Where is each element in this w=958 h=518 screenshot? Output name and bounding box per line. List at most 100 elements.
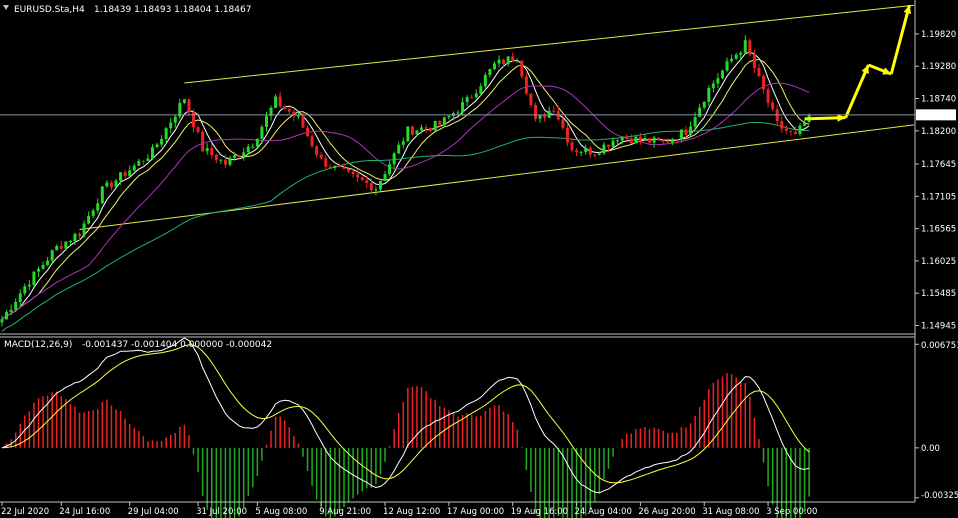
bear-candle	[470, 97, 474, 99]
bull-candle	[739, 52, 743, 55]
time-tick-label: 17 Aug 00:00	[447, 507, 504, 517]
bull-candle	[82, 223, 86, 236]
time-tick-label: 24 Aug 04:00	[575, 507, 632, 517]
price-tick-label: 1.19280	[921, 62, 956, 72]
macd-tick-label: 0.006751	[921, 341, 958, 351]
bull-candle	[32, 271, 36, 285]
bull-candle	[579, 151, 583, 153]
bear-candle	[625, 137, 629, 139]
time-tick-label: 9 Aug 21:00	[319, 507, 371, 517]
bull-candle	[41, 264, 45, 269]
bull-candle	[652, 137, 656, 143]
bull-candle	[5, 312, 9, 320]
bull-candle	[14, 301, 18, 310]
bear-candle	[337, 165, 341, 168]
bull-candle	[91, 210, 95, 216]
bear-candle	[606, 144, 610, 147]
bull-candle	[465, 97, 469, 103]
bull-candle	[114, 180, 118, 188]
bull-candle	[602, 144, 606, 154]
bear-candle	[283, 106, 287, 109]
bull-candle	[620, 137, 624, 141]
bear-candle	[793, 131, 797, 135]
bull-candle	[182, 99, 186, 103]
bull-candle	[597, 153, 601, 155]
bull-candle	[383, 174, 387, 181]
bear-candle	[438, 120, 442, 126]
bear-candle	[575, 150, 579, 152]
bull-candle	[374, 189, 378, 191]
bear-candle	[196, 127, 200, 132]
bear-candle	[638, 136, 642, 141]
bear-candle	[561, 119, 565, 128]
price-tick-label: 1.19820	[921, 30, 956, 40]
bull-candle	[506, 56, 510, 65]
bull-candle	[0, 319, 4, 323]
bull-candle	[219, 159, 223, 161]
bear-candle	[502, 59, 506, 65]
bull-candle	[68, 241, 72, 243]
bear-candle	[757, 68, 761, 77]
bull-candle	[296, 115, 300, 117]
bear-candle	[109, 182, 113, 188]
price-tick-label: 1.18740	[921, 95, 956, 105]
bull-candle	[584, 147, 588, 152]
bull-candle	[392, 153, 396, 165]
bear-candle	[529, 93, 533, 106]
bear-candle	[214, 155, 218, 161]
bull-candle	[415, 130, 419, 135]
bull-candle	[734, 54, 738, 59]
price-tick-label: 1.17645	[921, 160, 956, 170]
bull-candle	[36, 268, 40, 272]
bull-candle	[547, 110, 551, 118]
bull-candle	[406, 126, 410, 142]
bull-candle	[150, 147, 154, 159]
bull-candle	[242, 152, 246, 157]
bear-candle	[771, 102, 775, 110]
bull-candle	[46, 260, 50, 265]
bear-candle	[59, 245, 63, 249]
bull-candle	[670, 139, 674, 143]
bear-candle	[342, 167, 346, 169]
bear-candle	[237, 155, 241, 157]
bull-candle	[743, 40, 747, 53]
macd-tick-label: -0.003256	[921, 491, 958, 501]
bear-candle	[123, 172, 127, 177]
bear-candle	[524, 76, 528, 94]
bull-candle	[64, 241, 68, 249]
bear-candle	[365, 180, 369, 184]
time-tick-label: 5 Aug 08:00	[255, 507, 307, 517]
bull-candle	[169, 122, 173, 129]
bull-candle	[378, 180, 382, 190]
bull-candle	[720, 70, 724, 79]
bull-candle	[246, 146, 250, 153]
bear-candle	[278, 96, 282, 107]
bull-candle	[228, 157, 232, 165]
macd-header: MACD(12,26,9) -0.001437 -0.001404 0.0000…	[4, 340, 272, 350]
bull-candle	[643, 138, 647, 141]
bull-candle	[233, 155, 237, 158]
bear-candle	[78, 233, 82, 236]
bull-candle	[155, 144, 159, 148]
bear-candle	[648, 138, 652, 143]
bull-candle	[23, 286, 27, 294]
bear-candle	[752, 54, 756, 69]
bull-candle	[96, 203, 100, 211]
time-tick-label: 31 Jul 20:00	[196, 507, 247, 517]
bear-candle	[210, 148, 214, 156]
price-tick-label: 1.14945	[921, 322, 956, 332]
bull-candle	[611, 140, 615, 147]
bull-candle	[716, 78, 720, 84]
bear-candle	[141, 160, 145, 162]
bull-candle	[798, 125, 802, 135]
bull-candle	[388, 164, 392, 175]
bear-candle	[319, 154, 323, 159]
bear-candle	[570, 142, 574, 151]
bear-candle	[675, 139, 679, 141]
macd-tick-label: 0.00	[921, 444, 940, 454]
svg-text:1.18467: 1.18467	[919, 111, 954, 121]
bull-candle	[274, 96, 278, 108]
bull-candle	[73, 233, 77, 242]
bear-candle	[784, 128, 788, 131]
bear-candle	[748, 40, 752, 55]
